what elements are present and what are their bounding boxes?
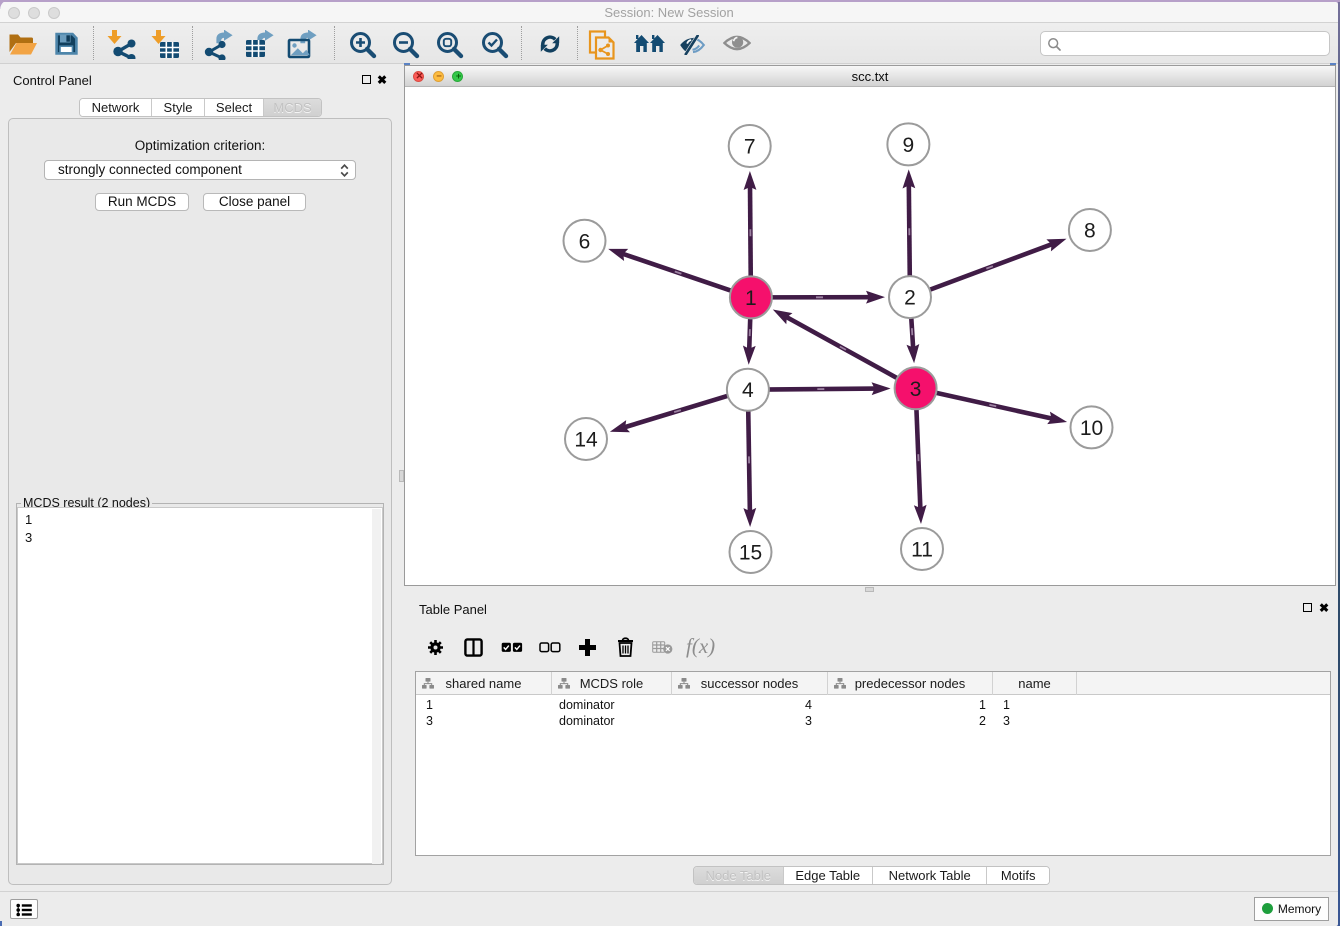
svg-text:7: 7 — [744, 136, 756, 159]
svg-text:4: 4 — [742, 379, 754, 402]
svg-text:6: 6 — [579, 230, 591, 253]
svg-text:9: 9 — [903, 134, 915, 157]
svg-text:8: 8 — [1084, 220, 1096, 243]
svg-text:14: 14 — [574, 429, 598, 452]
svg-text:1: 1 — [745, 287, 757, 310]
svg-text:11: 11 — [911, 539, 933, 562]
svg-text:15: 15 — [739, 542, 762, 565]
svg-text:2: 2 — [904, 287, 916, 310]
svg-text:10: 10 — [1080, 417, 1103, 440]
svg-text:3: 3 — [910, 378, 922, 401]
